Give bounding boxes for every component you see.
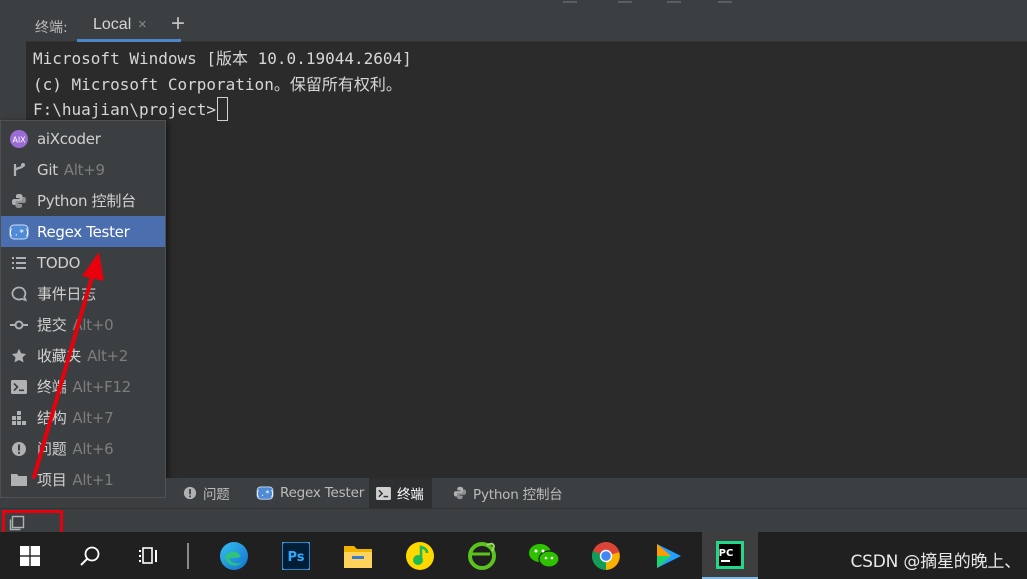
menu-item-label: Python 控制台 bbox=[37, 192, 136, 210]
terminal-line: (c) Microsoft Corporation。保留所有权利。 bbox=[33, 75, 402, 94]
menu-item-shortcut: Alt+9 bbox=[63, 160, 105, 179]
folder-icon[interactable] bbox=[330, 532, 386, 579]
regex-icon: (.*) bbox=[256, 486, 274, 500]
tool-tab-terminal[interactable]: 终端 bbox=[369, 478, 432, 508]
tool-tab-label: Regex Tester bbox=[280, 485, 365, 501]
svg-text:Ps: Ps bbox=[287, 550, 304, 565]
menu-item-python-console[interactable]: Python 控制台 bbox=[1, 185, 165, 216]
tool-tab-python-console[interactable]: Python 控制台 bbox=[446, 478, 571, 508]
menu-item-todo[interactable]: TODO bbox=[1, 247, 165, 278]
folder-icon bbox=[1, 473, 37, 486]
problems-icon bbox=[1, 441, 37, 457]
divider bbox=[718, 1, 732, 3]
terminal-output[interactable]: Microsoft Windows [版本 10.0.19044.2604] (… bbox=[26, 42, 1027, 478]
tool-tab-regex-tester[interactable]: (.*) Regex Tester bbox=[249, 478, 372, 508]
structure-icon bbox=[1, 410, 37, 425]
menu-item-label: 结构 bbox=[37, 409, 67, 427]
menu-item-shortcut: Alt+0 bbox=[72, 315, 114, 334]
tab-local-label: Local bbox=[93, 16, 132, 33]
aixcoder-icon: AIX bbox=[1, 129, 37, 149]
watermark-text: CSDN @摘星的晚上、 bbox=[850, 552, 1022, 572]
menu-item-label: TODO bbox=[37, 253, 81, 272]
search-icon[interactable] bbox=[62, 532, 118, 579]
tool-tab-problems[interactable]: 问题 bbox=[176, 478, 238, 508]
tool-tab-label: Python 控制台 bbox=[473, 487, 563, 503]
menu-item-project[interactable]: 项目 Alt+1 bbox=[1, 464, 165, 495]
menu-item-regex-tester[interactable]: (.*) Regex Tester bbox=[1, 216, 165, 247]
menu-item-shortcut: Alt+7 bbox=[72, 408, 114, 427]
menu-item-label: 提交 bbox=[37, 316, 67, 334]
python-icon bbox=[453, 486, 467, 500]
terminal-icon bbox=[376, 486, 391, 500]
menu-item-shortcut: Alt+2 bbox=[87, 346, 129, 365]
menu-item-aixcoder[interactable]: AIX aiXcoder bbox=[1, 123, 165, 154]
svg-text:AIX: AIX bbox=[12, 135, 26, 144]
menu-item-favorites[interactable]: 收藏夹 Alt+2 bbox=[1, 340, 165, 371]
menu-item-label: 项目 bbox=[37, 471, 67, 489]
chrome-icon[interactable] bbox=[578, 532, 634, 579]
tab-local[interactable]: Local × bbox=[77, 8, 181, 42]
tool-windows-menu: AIX aiXcoder Git Alt+9 Python 控制台 (.*) R… bbox=[0, 120, 166, 498]
svg-text:(.*): (.*) bbox=[256, 489, 274, 498]
photoshop-icon[interactable]: Ps bbox=[268, 532, 324, 579]
taskbar-separator bbox=[187, 543, 189, 569]
list-icon bbox=[1, 256, 37, 269]
tool-window-bar: 问题 (.*) Regex Tester 终端 Python 控制台 bbox=[166, 478, 1027, 508]
star-icon bbox=[1, 348, 37, 364]
menu-item-git[interactable]: Git Alt+9 bbox=[1, 154, 165, 185]
top-strip bbox=[0, 0, 1027, 8]
menu-item-problems[interactable]: 问题 Alt+6 bbox=[1, 433, 165, 464]
menu-item-label: 事件日志 bbox=[37, 285, 96, 303]
git-branch-icon bbox=[1, 162, 37, 178]
close-icon[interactable]: × bbox=[138, 16, 147, 33]
menu-item-label: Regex Tester bbox=[37, 222, 130, 241]
browser-e-icon[interactable] bbox=[454, 532, 510, 579]
tool-tab-label: 问题 bbox=[203, 487, 230, 503]
windows-start-icon[interactable] bbox=[2, 532, 58, 579]
windows-taskbar: Ps PC CSDN @摘星的晚上、 bbox=[0, 532, 1027, 579]
menu-item-label: 收藏夹 bbox=[37, 347, 82, 365]
menu-item-shortcut: Alt+6 bbox=[72, 439, 114, 458]
commit-icon bbox=[1, 319, 37, 331]
tool-tab-label: 终端 bbox=[397, 487, 424, 503]
menu-item-terminal[interactable]: 终端 Alt+F12 bbox=[1, 371, 165, 402]
edge-icon[interactable] bbox=[206, 532, 262, 579]
svg-text:(.*): (.*) bbox=[9, 228, 29, 238]
terminal-title: 终端: bbox=[35, 20, 68, 36]
menu-item-shortcut: Alt+F12 bbox=[72, 377, 131, 396]
add-tab-button[interactable]: + bbox=[171, 10, 185, 38]
tool-bar-left-fill bbox=[0, 498, 166, 508]
menu-item-label: 终端 bbox=[37, 378, 67, 396]
divider bbox=[667, 1, 681, 3]
status-bar bbox=[0, 508, 1027, 545]
terminal-icon bbox=[1, 379, 37, 394]
svg-text:PC: PC bbox=[719, 548, 734, 559]
menu-item-structure[interactable]: 结构 Alt+7 bbox=[1, 402, 165, 433]
python-icon bbox=[1, 193, 37, 209]
menu-item-event-log[interactable]: 事件日志 bbox=[1, 278, 165, 309]
menu-item-label: Git bbox=[37, 160, 58, 179]
divider bbox=[618, 1, 632, 3]
terminal-tab-bar: 终端: Local × + bbox=[26, 8, 1027, 42]
terminal-prompt: F:\huajian\project> bbox=[33, 100, 217, 119]
task-view-icon[interactable] bbox=[121, 532, 177, 579]
menu-item-label: 问题 bbox=[37, 440, 67, 458]
terminal-line: Microsoft Windows [版本 10.0.19044.2604] bbox=[33, 49, 412, 68]
music-icon[interactable] bbox=[392, 532, 448, 579]
menu-item-label: aiXcoder bbox=[37, 129, 101, 148]
pycharm-icon[interactable]: PC bbox=[702, 532, 758, 579]
speech-bubble-icon bbox=[1, 286, 37, 302]
text-cursor bbox=[217, 97, 229, 121]
regex-icon: (.*) bbox=[1, 224, 37, 240]
wechat-icon[interactable] bbox=[516, 532, 572, 579]
menu-item-commit[interactable]: 提交 Alt+0 bbox=[1, 309, 165, 340]
video-play-icon[interactable] bbox=[640, 532, 696, 579]
divider bbox=[563, 1, 577, 3]
terminal-prompt-line: F:\huajian\project> bbox=[33, 97, 229, 121]
menu-item-shortcut: Alt+1 bbox=[72, 470, 114, 489]
problems-icon bbox=[183, 486, 197, 500]
